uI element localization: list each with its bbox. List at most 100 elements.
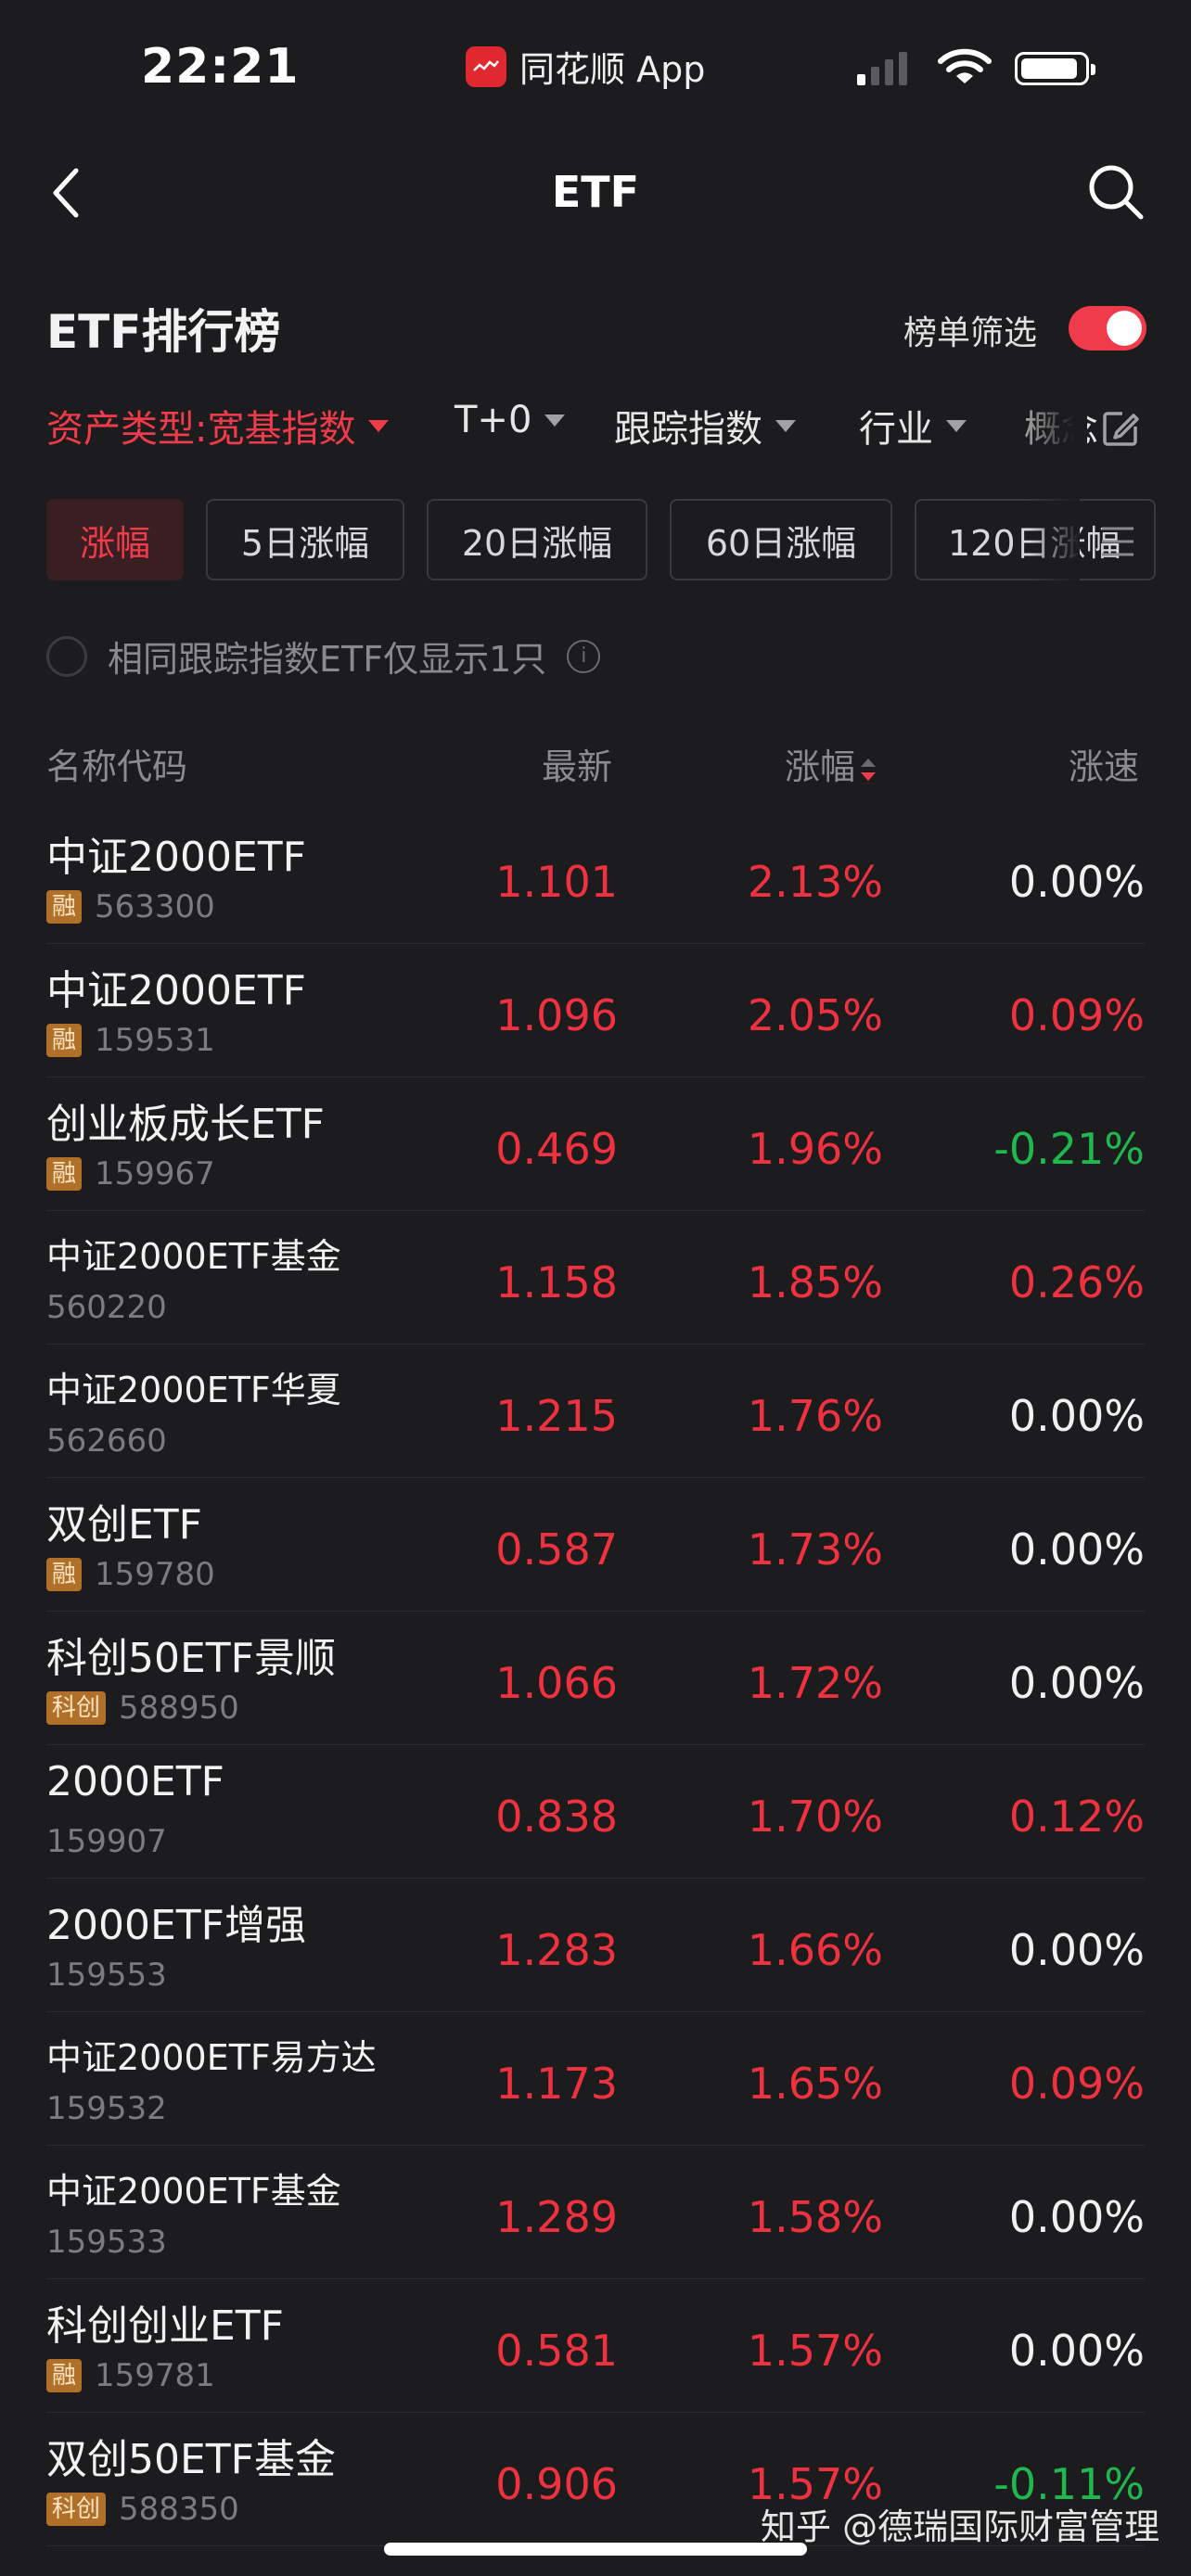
change-percent: 1.73% [747, 1524, 883, 1575]
header-change: 涨幅 [785, 746, 856, 787]
etf-code-line: 融 159780 [46, 1556, 215, 1593]
change-percent: 1.58% [747, 2192, 883, 2242]
info-icon[interactable]: i [567, 639, 601, 673]
tab-5day-change[interactable]: 5日涨幅 [206, 499, 404, 580]
etf-name: 2000ETF增强 [46, 1902, 306, 1949]
search-icon[interactable] [1085, 161, 1146, 223]
etf-code: 159907 [46, 1823, 167, 1860]
table-row[interactable]: 科创创业ETF 融 159781 0.581 1.57% 0.00% [0, 2279, 1191, 2413]
table-row[interactable]: 2000ETF增强 159553 1.283 1.66% 0.00% [0, 1879, 1191, 2012]
speed-percent: 0.00% [1008, 2192, 1145, 2242]
etf-name: 双创ETF [46, 1501, 202, 1549]
etf-code-line: 560220 [46, 1289, 167, 1326]
edit-icon[interactable] [1100, 408, 1141, 449]
margin-badge: 融 [46, 1157, 83, 1191]
table-row[interactable]: 双创ETF 融 159780 0.587 1.73% 0.00% [0, 1478, 1191, 1612]
latest-price: 1.215 [495, 1391, 618, 1441]
etf-name: 科创创业ETF [46, 2302, 284, 2350]
speed-percent: 0.00% [1008, 1524, 1145, 1575]
etf-code: 159533 [46, 2224, 167, 2261]
etf-code: 588950 [119, 1690, 239, 1727]
margin-badge: 融 [46, 1558, 83, 1591]
filter-industry[interactable]: 行业 [859, 399, 967, 453]
change-percent: 1.76% [747, 1391, 883, 1441]
header-change-sort[interactable]: 涨幅 [785, 738, 877, 789]
margin-badge: 融 [46, 2359, 83, 2392]
battery-icon [1015, 52, 1095, 85]
latest-price: 1.101 [495, 857, 618, 907]
tab-change[interactable]: 涨幅 [46, 499, 184, 580]
margin-badge: 科创 [46, 2493, 107, 2526]
table-row[interactable]: 创业板成长ETF 融 159967 0.469 1.96% -0.21% [0, 1078, 1191, 1211]
etf-code-line: 融 159967 [46, 1155, 215, 1192]
filter-t0[interactable]: T+0 [455, 399, 566, 441]
period-tabs: 涨幅 5日涨幅 20日涨幅 60日涨幅 120日涨幅 [0, 499, 1191, 584]
speed-percent: 0.26% [1008, 1257, 1145, 1307]
cellular-signal-icon [857, 48, 907, 85]
speed-percent: 0.00% [1008, 1925, 1145, 1975]
home-indicator[interactable] [384, 2543, 807, 2556]
latest-price: 1.066 [495, 1658, 618, 1708]
etf-code-line: 159533 [46, 2224, 167, 2261]
dedupe-radio[interactable] [46, 635, 87, 677]
menu-lines-icon[interactable] [1098, 525, 1137, 558]
etf-name: 创业板成长ETF [46, 1101, 325, 1148]
table-row[interactable]: 中证2000ETF 融 563300 1.101 2.13% 0.00% [0, 810, 1191, 944]
status-time: 22:21 [141, 39, 300, 95]
table-header: 名称代码 最新 涨幅 涨速 [0, 733, 1191, 807]
filter-tracking-index[interactable]: 跟踪指数 [614, 399, 796, 453]
table-row[interactable]: 中证2000ETF基金 560220 1.158 1.85% 0.26% [0, 1211, 1191, 1345]
margin-badge: 融 [46, 1024, 83, 1057]
etf-code-line: 562660 [46, 1422, 167, 1460]
header-name-code[interactable]: 名称代码 [46, 738, 187, 789]
speed-percent: 0.00% [1008, 2326, 1145, 2376]
change-percent: 1.96% [747, 1124, 883, 1174]
table-row[interactable]: 中证2000ETF基金 159533 1.289 1.58% 0.00% [0, 2146, 1191, 2279]
latest-price: 0.587 [495, 1524, 618, 1575]
app-logo-icon [466, 45, 506, 87]
etf-code-line: 科创 588350 [46, 2491, 239, 2528]
etf-name: 中证2000ETF [46, 834, 306, 881]
tab-60day-change[interactable]: 60日涨幅 [670, 499, 892, 580]
etf-code-line: 159907 [46, 1823, 167, 1860]
watermark: 知乎 @德瑞国际财富管理 [761, 2506, 1160, 2547]
etf-name: 中证2000ETF华夏 [46, 1370, 341, 1410]
dedupe-option-label: 相同跟踪指数ETF仅显示1只 [108, 639, 547, 680]
triangle-down-icon [946, 419, 967, 432]
triangle-down-icon [544, 414, 566, 427]
etf-code: 159532 [46, 2090, 167, 2127]
etf-name: 中证2000ETF [46, 967, 306, 1014]
triangle-down-icon [368, 419, 390, 432]
status-bar: 22:21 同花顺 App [0, 0, 1191, 130]
latest-price: 0.838 [495, 1792, 618, 1842]
tab-20day-change[interactable]: 20日涨幅 [427, 499, 647, 580]
change-percent: 2.05% [747, 990, 883, 1040]
table-row[interactable]: 中证2000ETF华夏 562660 1.215 1.76% 0.00% [0, 1345, 1191, 1478]
header-latest[interactable]: 最新 [542, 738, 612, 789]
page-title: ETF [551, 167, 640, 217]
filter-asset-type[interactable]: 资产类型:宽基指数 [46, 399, 390, 453]
speed-percent: 0.12% [1008, 1792, 1145, 1842]
etf-name: 中证2000ETF易方达 [46, 2037, 377, 2078]
etf-name: 2000ETF [46, 1758, 224, 1805]
header-speed[interactable]: 涨速 [1069, 738, 1139, 789]
latest-price: 0.469 [495, 1124, 618, 1174]
latest-price: 0.906 [495, 2459, 618, 2509]
speed-percent: 0.00% [1008, 1391, 1145, 1441]
table-row[interactable]: 中证2000ETF 融 159531 1.096 2.05% 0.09% [0, 944, 1191, 1078]
etf-code: 159967 [95, 1155, 215, 1192]
change-percent: 1.72% [747, 1658, 883, 1708]
table-row[interactable]: 中证2000ETF易方达 159532 1.173 1.65% 0.09% [0, 2012, 1191, 2146]
etf-code: 159553 [46, 1957, 167, 1994]
table-row[interactable]: 科创50ETF景顺 科创 588950 1.066 1.72% 0.00% [0, 1612, 1191, 1745]
sort-desc-icon [861, 758, 877, 781]
speed-percent: 0.09% [1008, 2059, 1145, 2109]
ranking-header: ETF排行榜 榜单筛选 [0, 287, 1191, 371]
source-app-indicator[interactable]: 同花顺 App [466, 41, 705, 92]
etf-code-line: 融 159781 [46, 2357, 215, 2394]
filter-toggle[interactable] [1069, 306, 1146, 351]
etf-code-line: 159553 [46, 1957, 167, 1994]
etf-code: 159781 [95, 2357, 215, 2394]
table-row[interactable]: 2000ETF 159907 0.838 1.70% 0.12% [0, 1745, 1191, 1879]
dedupe-option[interactable]: 相同跟踪指数ETF仅显示1只 i [46, 631, 601, 682]
